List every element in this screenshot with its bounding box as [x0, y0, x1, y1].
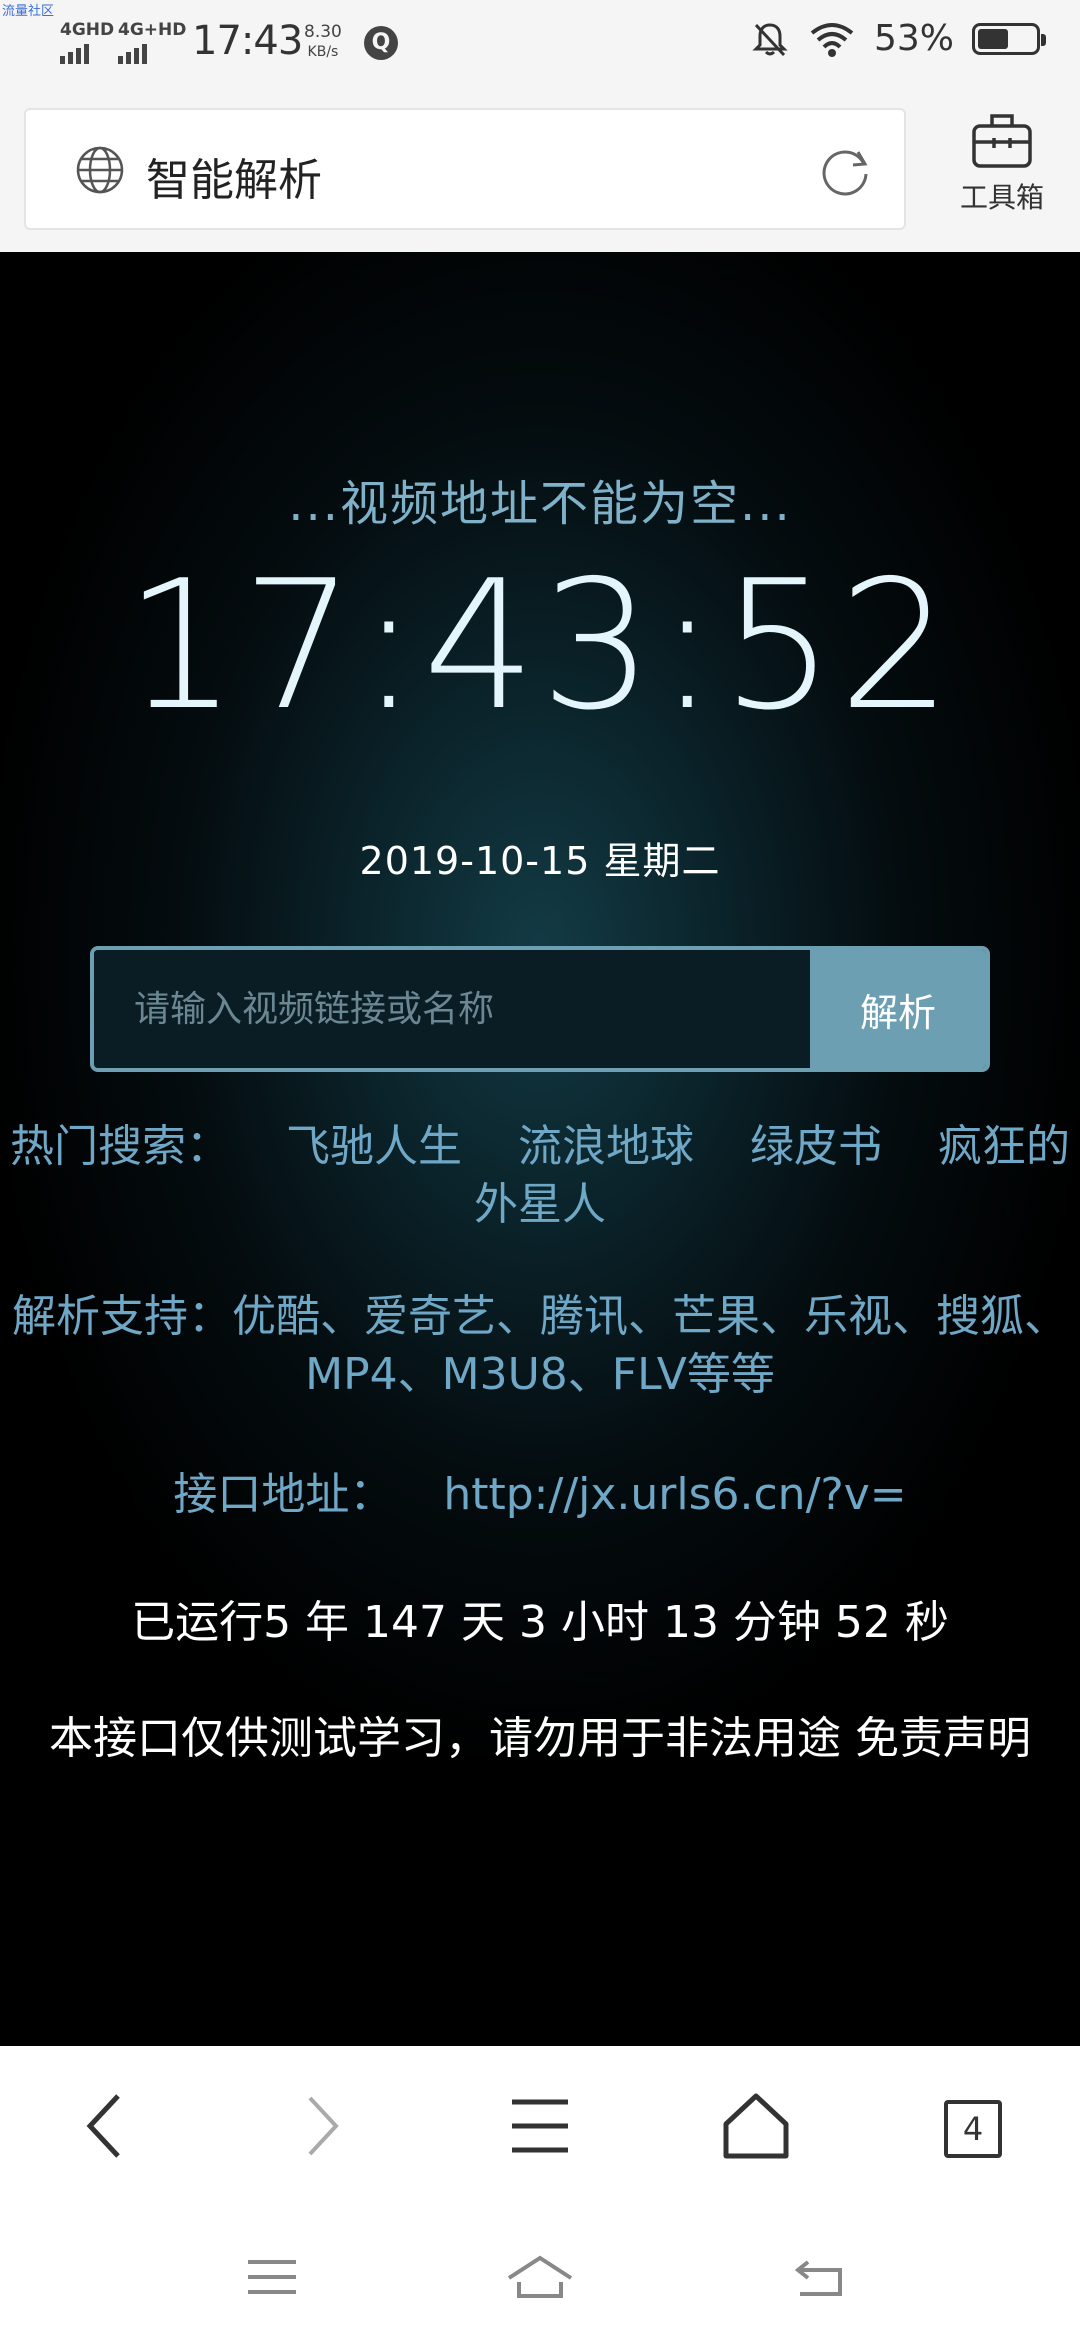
- parse-button[interactable]: 解析: [810, 950, 986, 1068]
- toolbox-button[interactable]: 工具箱: [942, 104, 1062, 234]
- system-home-icon[interactable]: [505, 2252, 575, 2302]
- speed-unit: KB/s: [307, 44, 339, 60]
- menu-icon[interactable]: [500, 2086, 580, 2166]
- video-url-input[interactable]: [94, 950, 810, 1068]
- forward-icon[interactable]: [282, 2086, 362, 2166]
- app-notification-icon: Q: [364, 26, 398, 60]
- hot-search-label: 热门搜索：: [10, 1121, 230, 1172]
- network-type-2: 4G+HD: [118, 20, 187, 40]
- system-nav-bar: [0, 2212, 1080, 2340]
- speed-value: 8.30: [304, 22, 342, 42]
- signal-2-icon: 4G+HD: [118, 22, 186, 64]
- globe-icon: [76, 146, 124, 194]
- network-type-1: 4GHD: [60, 20, 115, 40]
- empty-url-tip: ...视频地址不能为空...: [288, 476, 792, 532]
- disclaimer-text[interactable]: 本接口仅供测试学习，请勿用于非法用途 免责声明: [0, 1702, 1080, 1766]
- battery-level: [978, 28, 1008, 49]
- hot-search-item[interactable]: 流浪地球: [518, 1121, 694, 1172]
- api-address: 接口地址： http://jx.urls6.cn/?v=: [0, 1458, 1080, 1522]
- watermark-text: 流量社区: [2, 4, 55, 19]
- hot-search-item[interactable]: 绿皮书: [750, 1121, 882, 1172]
- system-back-icon[interactable]: [790, 2252, 850, 2302]
- wifi-icon: [810, 22, 854, 57]
- hot-searches: 热门搜索： 飞驰人生 流浪地球 绿皮书 疯狂的外星人: [0, 1118, 1080, 1234]
- recent-apps-icon[interactable]: [242, 2252, 302, 2302]
- toolbox-icon: [972, 114, 1032, 168]
- mute-bell-icon: [752, 22, 788, 56]
- digital-clock: 17:43:52: [124, 542, 956, 749]
- api-url-link[interactable]: http://jx.urls6.cn/?v=: [443, 1469, 906, 1520]
- address-field[interactable]: 智能解析: [24, 108, 906, 230]
- battery-icon: [972, 22, 1046, 55]
- battery-percent: 53%: [873, 18, 954, 59]
- status-time: 17:43: [192, 18, 303, 64]
- home-icon[interactable]: [716, 2086, 796, 2166]
- page-title: 智能解析: [146, 155, 322, 206]
- status-bar: 流量社区 4GHD 4G+HD 17:43 8.30 KB/s Q 53%: [0, 0, 1080, 90]
- back-icon[interactable]: [66, 2086, 146, 2166]
- supported-platforms: 解析支持：优酷、爱奇艺、腾讯、芒果、乐视、搜狐、MP4、M3U8、FLV等等: [12, 1291, 1068, 1400]
- browser-address-bar: 智能解析 工具箱: [0, 90, 1080, 252]
- web-content: ...视频地址不能为空... 17:43:52 2019-10-15 星期二 解…: [0, 252, 1080, 2046]
- browser-bottom-nav: 4: [0, 2046, 1080, 2212]
- tab-count-button[interactable]: 4: [944, 2100, 1002, 2158]
- uptime-text: 已运行5 年 147 天 3 小时 13 分钟 52 秒: [131, 1597, 949, 1648]
- refresh-icon[interactable]: [816, 142, 874, 200]
- search-form: 解析: [90, 946, 990, 1072]
- date-text: 2019-10-15 星期二: [359, 839, 721, 883]
- toolbox-label: 工具箱: [959, 181, 1044, 214]
- status-right: 53%: [750, 18, 1046, 59]
- hot-search-item[interactable]: 飞驰人生: [286, 1121, 462, 1172]
- signal-1-icon: 4GHD: [60, 22, 114, 64]
- network-speed: 8.30 KB/s: [304, 22, 342, 62]
- api-label: 接口地址：: [173, 1469, 394, 1520]
